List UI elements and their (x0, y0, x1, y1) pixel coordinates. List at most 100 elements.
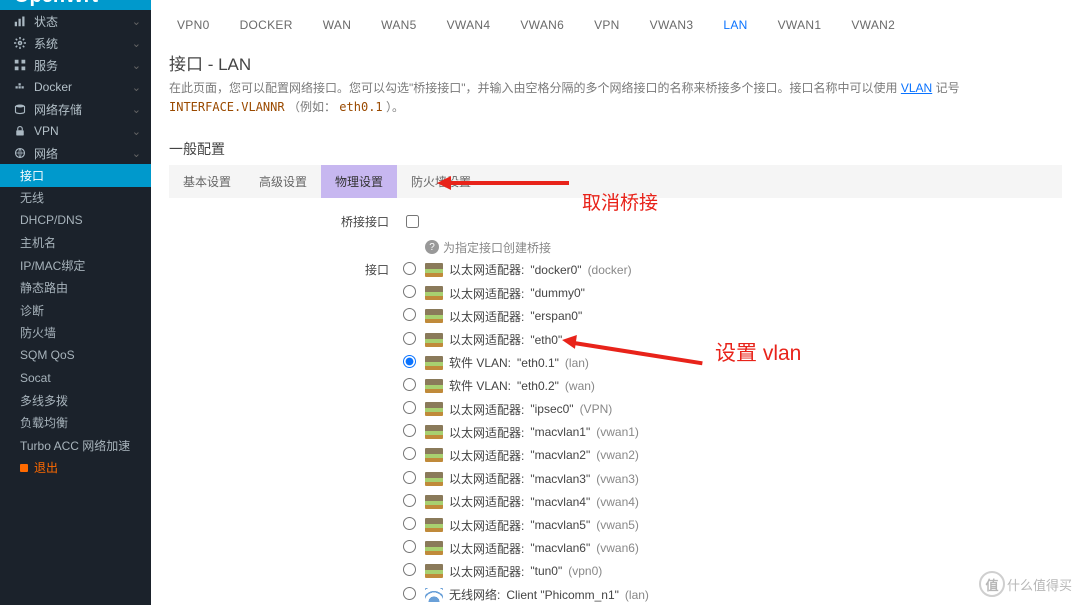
sidebar-sub-2[interactable]: DHCP/DNS (0, 209, 151, 232)
sidebar-sub-5[interactable]: 静态路由 (0, 277, 151, 300)
iface-radio[interactable] (403, 378, 416, 391)
iface-radio[interactable] (403, 424, 416, 437)
iface-row: 接口 以太网适配器: "docker0" (docker) (169, 258, 1062, 281)
iface-name: "macvlan4" (530, 495, 590, 509)
logout-icon (20, 464, 28, 472)
sidebar-item-5[interactable]: VPN ⌄ (0, 120, 151, 142)
sidebar-item-6[interactable]: 网络⌄ (0, 142, 151, 164)
tab-lan[interactable]: LAN (715, 12, 755, 38)
disk-icon (14, 103, 26, 115)
tab-vwan2[interactable]: VWAN2 (843, 12, 903, 38)
sidebar-sub-3[interactable]: 主机名 (0, 232, 151, 255)
iface-name: "docker0" (530, 263, 581, 277)
chevron-down-icon: ⌄ (132, 103, 141, 116)
sidebar-item-0[interactable]: 状态⌄ (0, 10, 151, 32)
sidebar-item-2[interactable]: 服务⌄ (0, 54, 151, 76)
docker-icon (14, 81, 26, 93)
page-header: 接口 - LAN 在此页面，您可以配置网络接口。您可以勾选"桥接接口"，并输入由… (151, 44, 1080, 123)
iface-radio[interactable] (403, 540, 416, 553)
iface-zone: (VPN) (580, 402, 613, 416)
iface-row: 以太网适配器: "macvlan2" (vwan2) (169, 444, 1062, 467)
inner-tab-物理设置[interactable]: 物理设置 (321, 165, 397, 198)
sidebar-sub-1[interactable]: 无线 (0, 187, 151, 210)
tab-vpn0[interactable]: VPN0 (169, 12, 218, 38)
iface-radio[interactable] (403, 494, 416, 507)
iface-name: "macvlan6" (530, 541, 590, 555)
tab-wan[interactable]: WAN (315, 12, 359, 38)
sidebar-item-4[interactable]: 网络存储 ⌄ (0, 98, 151, 120)
iface-name: "eth0.1" (517, 356, 559, 370)
iface-radio[interactable] (403, 285, 416, 298)
chevron-down-icon: ⌄ (132, 125, 141, 138)
interface-tabs: VPN0 DOCKER WAN WAN5 VWAN4 VWAN6 VPN VWAN3 LAN VW… (151, 0, 1080, 44)
nic-icon (425, 564, 443, 578)
watermark: 值 什么值得买 (979, 571, 1072, 597)
sidebar-logout-label: 退出 (34, 459, 58, 476)
vlan-link[interactable]: VLAN (901, 81, 932, 95)
iface-name: "macvlan2" (530, 448, 590, 462)
sidebar-sub-12[interactable]: Turbo ACC 网络加速 (0, 434, 151, 457)
iface-radio[interactable] (403, 587, 416, 600)
iface-name: "macvlan1" (530, 425, 590, 439)
iface-name: "tun0" (530, 564, 562, 578)
sidebar-sub-10[interactable]: 多线多拨 (0, 389, 151, 412)
iface-row: 以太网适配器: "macvlan1" (vwan1) (169, 421, 1062, 444)
iface-row: 以太网适配器: "eth0" (169, 328, 1062, 351)
inner-tab-高级设置[interactable]: 高级设置 (245, 165, 321, 198)
sidebar-sub-9[interactable]: Socat (0, 367, 151, 390)
iface-row: 以太网适配器: "macvlan6" (vwan6) (169, 537, 1062, 560)
inner-tab-基本设置[interactable]: 基本设置 (169, 165, 245, 198)
iface-radio[interactable] (403, 308, 416, 321)
sidebar-item-1[interactable]: 系统⌄ (0, 32, 151, 54)
tab-vwan3[interactable]: VWAN3 (642, 12, 702, 38)
tab-vpn[interactable]: VPN (586, 12, 628, 38)
nic-icon (425, 333, 443, 347)
iface-row: 软件 VLAN: "eth0.2" (wan) (169, 374, 1062, 397)
iface-radio[interactable] (403, 355, 416, 368)
tab-wan5[interactable]: WAN5 (373, 12, 424, 38)
sidebar-item-label: 网络存储 (34, 101, 82, 118)
tab-docker[interactable]: DOCKER (232, 12, 301, 38)
nic-icon (425, 472, 443, 486)
iface-zone: (vwan6) (596, 541, 639, 555)
tab-vwan1[interactable]: VWAN1 (770, 12, 830, 38)
sidebar-sub-11[interactable]: 负载均衡 (0, 412, 151, 435)
brand-bar: OpenWrt (0, 0, 151, 10)
sidebar-item-label: VPN (34, 124, 59, 138)
sidebar-item-3[interactable]: Docker⌄ (0, 76, 151, 98)
bridge-checkbox[interactable] (406, 215, 419, 228)
iface-name: "erspan0" (530, 309, 582, 323)
sidebar-sub-7[interactable]: 防火墙 (0, 322, 151, 345)
sidebar-logout[interactable]: 退出 (0, 457, 151, 480)
sidebar-sub-4[interactable]: IP/MAC绑定 (0, 254, 151, 277)
sidebar-item-label: 系统 (34, 35, 58, 52)
iface-radio[interactable] (403, 517, 416, 530)
tab-vwan6[interactable]: VWAN6 (512, 12, 572, 38)
vlan-icon (425, 379, 443, 393)
nic-icon (425, 425, 443, 439)
iface-radio[interactable] (403, 262, 416, 275)
chevron-down-icon: ⌄ (132, 81, 141, 94)
globe-icon (14, 147, 26, 159)
iface-zone: (vwan5) (596, 518, 639, 532)
tab-vwan4[interactable]: VWAN4 (439, 12, 499, 38)
sidebar-sub-8[interactable]: SQM QoS (0, 344, 151, 367)
sidebar-sub-0[interactable]: 接口 (0, 164, 151, 187)
iface-radio[interactable] (403, 563, 416, 576)
iface-name: "eth0" (530, 333, 562, 347)
inner-tab-防火墙设置[interactable]: 防火墙设置 (397, 165, 485, 198)
iface-radio[interactable] (403, 332, 416, 345)
iface-radio[interactable] (403, 447, 416, 460)
brand-text: OpenWrt (14, 0, 98, 8)
chevron-down-icon: ⌄ (132, 147, 141, 160)
wifi-icon (425, 588, 443, 602)
section-title: 一般配置 (151, 123, 1080, 165)
grid-icon (14, 59, 26, 71)
main-content: VPN0 DOCKER WAN WAN5 VWAN4 VWAN6 VPN VWAN3 LAN VW… (151, 0, 1080, 605)
iface-radio[interactable] (403, 401, 416, 414)
iface-radio[interactable] (403, 471, 416, 484)
iface-row: 软件 VLAN: "eth0.1" (lan) (169, 351, 1062, 374)
iface-zone: (vwan4) (596, 495, 639, 509)
sidebar-sub-6[interactable]: 诊断 (0, 299, 151, 322)
nic-icon (425, 495, 443, 509)
